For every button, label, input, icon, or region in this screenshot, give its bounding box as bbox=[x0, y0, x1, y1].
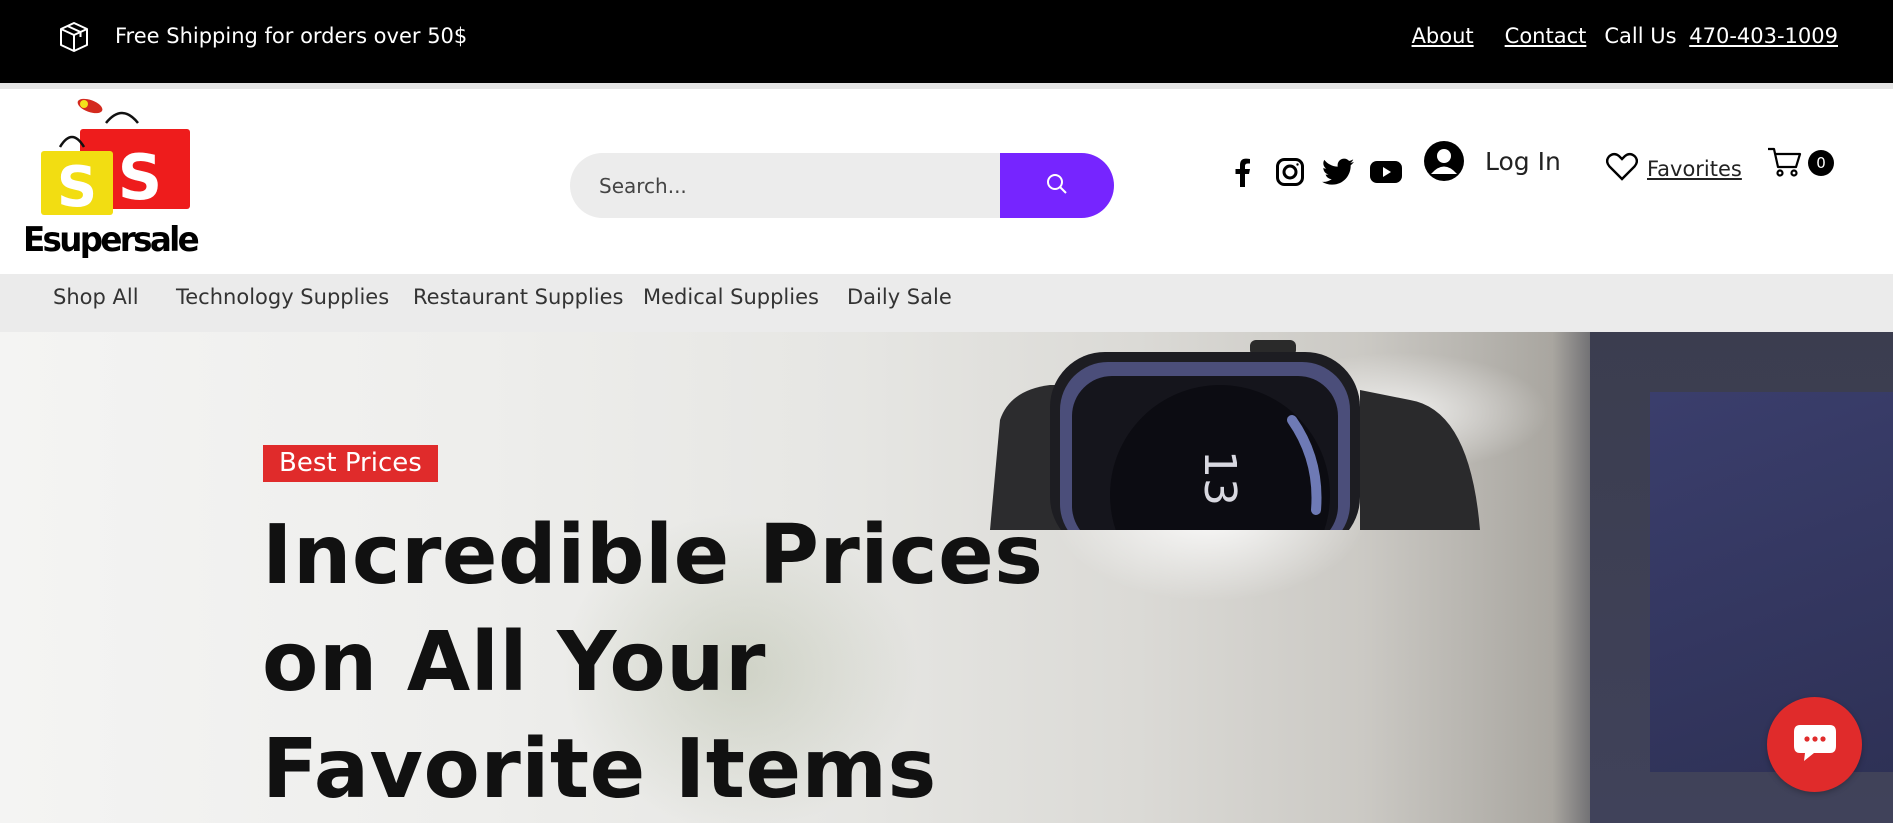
svg-text:S: S bbox=[118, 141, 163, 214]
package-icon bbox=[57, 20, 91, 54]
nav-item-shop-all[interactable]: Shop All bbox=[53, 285, 139, 309]
hero-headline-line: on All Your bbox=[262, 615, 766, 710]
top-links: About Contact Call Us 470-403-1009 bbox=[1381, 24, 1838, 48]
about-link[interactable]: About bbox=[1412, 24, 1474, 48]
chat-button[interactable] bbox=[1767, 697, 1862, 792]
call-label: Call Us bbox=[1604, 24, 1677, 48]
hero-laptop-screen bbox=[1650, 392, 1893, 772]
svg-text:S: S bbox=[57, 155, 97, 220]
search-input[interactable] bbox=[570, 153, 1000, 218]
search-bar bbox=[570, 153, 1114, 218]
hero-headline-line: Incredible Prices bbox=[262, 508, 1044, 603]
social-links bbox=[1226, 156, 1402, 188]
facebook-icon[interactable] bbox=[1226, 156, 1258, 188]
cart-count-badge: 0 bbox=[1808, 150, 1834, 176]
best-prices-tag: Best Prices bbox=[263, 445, 438, 482]
favorites-label: Favorites bbox=[1647, 156, 1742, 181]
announcement-bar: Free Shipping for orders over 50$ About … bbox=[0, 0, 1893, 83]
svg-text:13: 13 bbox=[1194, 450, 1245, 506]
chat-bubble-icon bbox=[1792, 723, 1838, 767]
login-label: Log In bbox=[1485, 146, 1561, 176]
heart-icon bbox=[1605, 152, 1639, 185]
category-nav: Shop All Technology Supplies Restaurant … bbox=[0, 274, 1893, 332]
cart-button[interactable]: 0 bbox=[1767, 146, 1837, 180]
instagram-icon[interactable] bbox=[1274, 156, 1306, 188]
hero-headline: Incredible Prices on All Your Favorite I… bbox=[262, 502, 1044, 823]
nav-item-technology-supplies[interactable]: Technology Supplies bbox=[176, 285, 389, 309]
nav-item-restaurant-supplies[interactable]: Restaurant Supplies bbox=[413, 285, 623, 309]
contact-link[interactable]: Contact bbox=[1505, 24, 1587, 48]
header-divider bbox=[0, 83, 1893, 89]
nav-item-medical-supplies[interactable]: Medical Supplies bbox=[643, 285, 819, 309]
hero-headline-line: Favorite Items bbox=[262, 722, 937, 817]
cart-icon bbox=[1767, 147, 1803, 182]
search-icon bbox=[1045, 172, 1069, 200]
smartwatch-image: 13 bbox=[990, 330, 1490, 605]
tag-icon bbox=[77, 98, 103, 114]
search-button[interactable] bbox=[1000, 153, 1114, 218]
user-avatar-icon bbox=[1424, 141, 1464, 181]
phone-link[interactable]: 470-403-1009 bbox=[1689, 24, 1838, 48]
youtube-icon[interactable] bbox=[1370, 156, 1402, 188]
nav-item-daily-sale[interactable]: Daily Sale bbox=[847, 285, 952, 309]
brand-logo[interactable]: S S Esupersale bbox=[22, 95, 202, 260]
login-button[interactable]: Log In bbox=[1424, 141, 1561, 181]
twitter-icon[interactable] bbox=[1322, 156, 1354, 188]
call-us: Call Us 470-403-1009 bbox=[1604, 24, 1838, 48]
favorites-link[interactable]: Favorites bbox=[1605, 152, 1742, 185]
shipping-text: Free Shipping for orders over 50$ bbox=[115, 24, 468, 48]
brand-name: Esupersale bbox=[23, 220, 199, 260]
